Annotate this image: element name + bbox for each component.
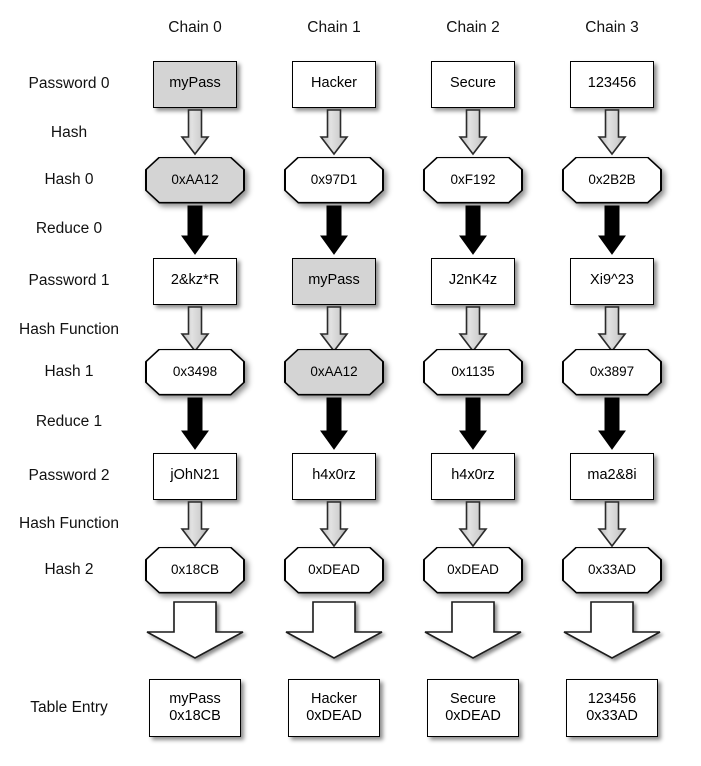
hash-1-node-chain-3-label: 0x3897 (564, 350, 661, 394)
hash-2-node-chain-1-label: 0xDEAD (286, 548, 383, 592)
hash-1-node-chain-2: 0x1135 (423, 349, 523, 396)
table-entry-node-chain-1: Hacker 0xDEAD (288, 679, 380, 737)
hash-1-node-chain-0-border: 0x3498 (145, 349, 245, 396)
row-label-password-0: Password 0 (28, 75, 110, 92)
reduce-arrow-0-chain-3 (598, 205, 626, 255)
row-label-reduce-1: Reduce 1 (35, 413, 103, 430)
reduce-arrow-0-chain-2 (459, 205, 487, 255)
chain-header-2: Chain 2 (446, 19, 500, 36)
hash-2-node-chain-1: 0xDEAD (284, 547, 384, 594)
table-entry-node-chain-2: Secure 0xDEAD (427, 679, 519, 737)
reduce-arrow-1-chain-2 (459, 397, 487, 450)
hash-0-node-chain-0: 0xAA12 (145, 157, 245, 204)
row-label-table-entry: Table Entry (30, 699, 108, 716)
hash-0-node-chain-2: 0xF192 (423, 157, 523, 204)
reduce-arrow-0-chain-1 (320, 205, 348, 255)
hash-2-node-chain-2-border: 0xDEAD (423, 547, 523, 594)
hash-0-node-chain-1-label: 0x97D1 (286, 158, 383, 202)
row-label-hash-2: Hash 2 (44, 561, 94, 578)
hash-0-node-chain-0-label: 0xAA12 (147, 158, 244, 202)
hash-0-node-chain-1: 0x97D1 (284, 157, 384, 204)
row-label-password-1: Password 1 (28, 272, 110, 289)
reduce-arrow-1-chain-3 (598, 397, 626, 450)
row-label-hash-function-1: Hash Function (19, 321, 119, 338)
hash-2-node-chain-2-label: 0xDEAD (425, 548, 522, 592)
row-label-reduce-0: Reduce 0 (35, 220, 103, 237)
hash-2-node-chain-0-border: 0x18CB (145, 547, 245, 594)
hash-2-node-chain-0: 0x18CB (145, 547, 245, 594)
reduce-arrow-0-chain-0 (181, 205, 209, 255)
hash-2-node-chain-3-label: 0x33AD (564, 548, 661, 592)
password-0-node-chain-0: myPass (153, 60, 237, 108)
row-label-hash-1: Hash 1 (44, 363, 94, 380)
password-0-node-chain-3: 123456 (570, 60, 654, 108)
table-entry-node-chain-0: myPass 0x18CB (149, 679, 241, 737)
reduce-arrow-1-chain-1 (320, 397, 348, 450)
hash-0-node-chain-2-border: 0xF192 (423, 157, 523, 204)
hash-arrow-1-chain-3 (597, 305, 627, 352)
password-2-node-chain-2: h4x0rz (431, 452, 515, 500)
hash-1-node-chain-2-label: 0x1135 (425, 350, 522, 394)
password-0-node-chain-1: Hacker (292, 60, 376, 108)
output-arrow-chain-2 (424, 600, 522, 659)
hash-arrow-1-chain-0 (180, 305, 210, 352)
output-arrow-chain-1 (285, 600, 383, 659)
row-label-hash-function-2: Hash Function (19, 515, 119, 532)
hash-2-node-chain-3-border: 0x33AD (562, 547, 662, 594)
chain-header-0: Chain 0 (168, 19, 222, 36)
hash-2-node-chain-2: 0xDEAD (423, 547, 523, 594)
hash-1-node-chain-0: 0x3498 (145, 349, 245, 396)
password-2-node-chain-3: ma2&8i (570, 452, 654, 500)
hash-arrow-0-chain-2 (458, 108, 488, 155)
hash-arrow-2-chain-3 (597, 500, 627, 547)
hash-1-node-chain-0-label: 0x3498 (147, 350, 244, 394)
password-2-node-chain-1: h4x0rz (292, 452, 376, 500)
password-1-node-chain-0: 2&kz*R (153, 257, 237, 305)
hash-0-node-chain-3: 0x2B2B (562, 157, 662, 204)
hash-arrow-0-chain-0 (180, 108, 210, 155)
chain-header-1: Chain 1 (307, 19, 361, 36)
hash-0-node-chain-3-border: 0x2B2B (562, 157, 662, 204)
row-label-hash: Hash (50, 124, 88, 141)
password-1-node-chain-1: myPass (292, 257, 376, 305)
password-1-node-chain-3: Xi9^23 (570, 257, 654, 305)
hash-1-node-chain-2-border: 0x1135 (423, 349, 523, 396)
row-label-hash-0: Hash 0 (44, 171, 94, 188)
password-2-node-chain-0: jOhN21 (153, 452, 237, 500)
output-arrow-chain-0 (146, 600, 244, 659)
hash-1-node-chain-1: 0xAA12 (284, 349, 384, 396)
hash-arrow-1-chain-1 (319, 305, 349, 352)
row-label-password-2: Password 2 (28, 467, 110, 484)
hash-2-node-chain-3: 0x33AD (562, 547, 662, 594)
table-entry-node-chain-3: 123456 0x33AD (566, 679, 658, 737)
hash-1-node-chain-3-border: 0x3897 (562, 349, 662, 396)
reduce-arrow-1-chain-0 (181, 397, 209, 450)
password-0-node-chain-2: Secure (431, 60, 515, 108)
hash-arrow-2-chain-2 (458, 500, 488, 547)
hash-arrow-0-chain-1 (319, 108, 349, 155)
hash-1-node-chain-3: 0x3897 (562, 349, 662, 396)
password-1-node-chain-2: J2nK4z (431, 257, 515, 305)
hash-2-node-chain-1-border: 0xDEAD (284, 547, 384, 594)
hash-arrow-0-chain-3 (597, 108, 627, 155)
hash-0-node-chain-1-border: 0x97D1 (284, 157, 384, 204)
chain-header-3: Chain 3 (585, 19, 639, 36)
hash-0-node-chain-3-label: 0x2B2B (564, 158, 661, 202)
hash-0-node-chain-0-border: 0xAA12 (145, 157, 245, 204)
hash-1-node-chain-1-border: 0xAA12 (284, 349, 384, 396)
hash-arrow-2-chain-1 (319, 500, 349, 547)
hash-1-node-chain-1-label: 0xAA12 (286, 350, 383, 394)
hash-2-node-chain-0-label: 0x18CB (147, 548, 244, 592)
hash-arrow-1-chain-2 (458, 305, 488, 352)
output-arrow-chain-3 (563, 600, 661, 659)
hash-arrow-2-chain-0 (180, 500, 210, 547)
rainbow-table-diagram: Password 0 Hash Hash 0 Reduce 0 Password 1 Ha… (0, 0, 701, 766)
hash-0-node-chain-2-label: 0xF192 (425, 158, 522, 202)
